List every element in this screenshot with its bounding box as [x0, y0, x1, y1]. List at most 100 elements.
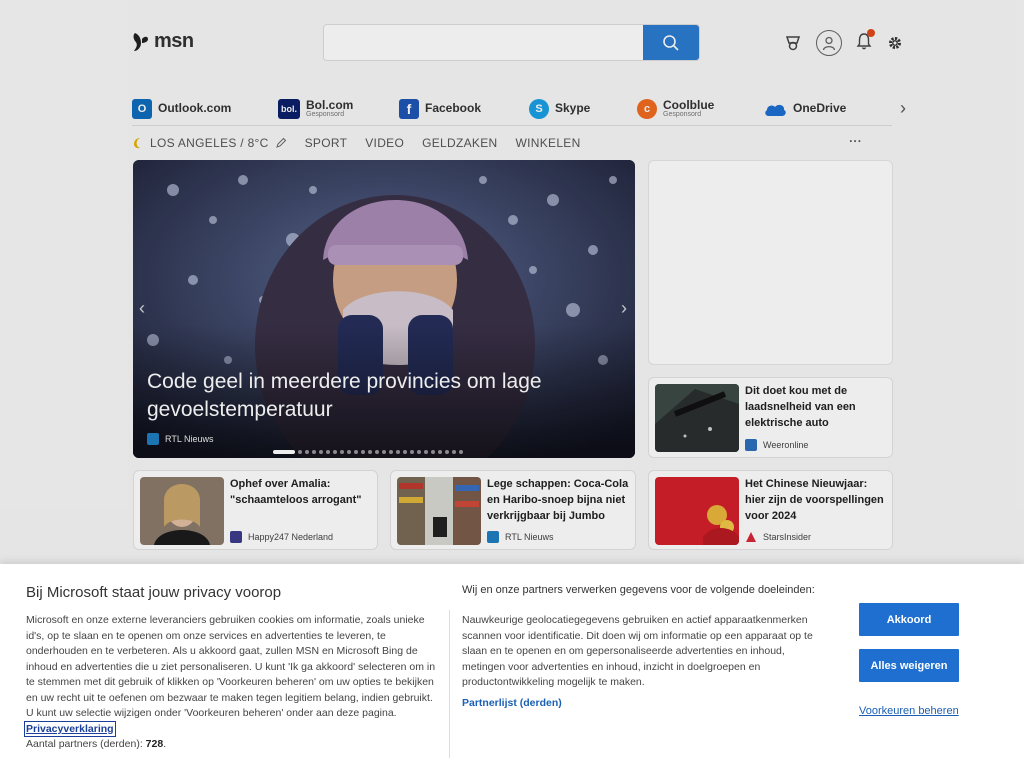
- card-title[interactable]: Lege schappen: Coca-Cola en Haribo-snoep…: [487, 477, 631, 525]
- partner-list-link[interactable]: Partnerlijst (derden): [462, 697, 832, 709]
- accept-button[interactable]: Akkoord: [859, 603, 959, 636]
- location-temperature: LOS ANGELES / 8°C: [150, 136, 269, 150]
- facebook-icon: f: [399, 98, 419, 119]
- starsinsider-icon: [746, 532, 756, 542]
- carousel-dot-active[interactable]: [273, 450, 295, 454]
- skype-icon: S: [529, 98, 549, 119]
- carousel-dot[interactable]: [431, 450, 435, 454]
- rewards-trophy-icon[interactable]: [784, 34, 802, 52]
- carousel-dot[interactable]: [424, 450, 428, 454]
- carousel-dot[interactable]: [382, 450, 386, 454]
- notifications-button[interactable]: [856, 28, 875, 55]
- weather-location[interactable]: LOS ANGELES / 8°C: [132, 136, 287, 150]
- hero-carousel[interactable]: ‹ › Code geel in meerdere provincies om …: [133, 160, 635, 458]
- search-icon: [663, 34, 679, 51]
- quick-link-facebook[interactable]: f Facebook: [399, 98, 529, 119]
- carousel-next-icon[interactable]: ›: [621, 298, 627, 319]
- carousel-dot[interactable]: [410, 450, 414, 454]
- nav-winkelen[interactable]: WINKELEN: [515, 136, 580, 150]
- quick-link-label: Bol.com: [306, 97, 354, 112]
- purposes-body: Nauwkeurige geolocatiegegevens gebruiken…: [462, 614, 813, 689]
- quick-link-label: Facebook: [425, 101, 482, 116]
- card-title[interactable]: Ophef over Amalia: "schaamteloos arrogan…: [230, 477, 374, 509]
- sponsored-label: Gesponsord: [306, 111, 345, 119]
- quick-link-outlook[interactable]: O Outlook.com: [132, 98, 278, 119]
- card-source: Happy247 Nederland: [230, 531, 333, 543]
- quick-link-coolblue[interactable]: c Coolblue Gesponsord: [637, 97, 763, 119]
- source-name: RTL Nieuws: [165, 434, 214, 444]
- quick-link-label: Skype: [555, 101, 591, 116]
- more-options-icon[interactable]: ···: [849, 134, 862, 148]
- consent-body-text: Microsoft en onze externe leveranciers g…: [26, 614, 436, 720]
- carousel-dot[interactable]: [375, 450, 379, 454]
- card-title[interactable]: Dit doet kou met de laadsnelheid van een…: [745, 384, 889, 432]
- carousel-dot[interactable]: [459, 450, 463, 454]
- msn-logo[interactable]: msn: [132, 30, 194, 53]
- carousel-dot[interactable]: [312, 450, 316, 454]
- search-button[interactable]: [643, 25, 699, 60]
- privacy-consent-banner: Bij Microsoft staat jouw privacy voorop …: [0, 564, 1024, 768]
- pencil-icon[interactable]: [275, 137, 287, 149]
- rtl-nieuws-icon: [487, 531, 499, 543]
- search-input[interactable]: [324, 25, 643, 60]
- quick-link-bol[interactable]: bol. Bol.com Gesponsord: [278, 97, 399, 119]
- news-card[interactable]: Lege schappen: Coca-Cola en Haribo-snoep…: [390, 470, 636, 550]
- purposes-title: Wij en onze partners verwerken gegevens …: [462, 584, 815, 596]
- category-nav: LOS ANGELES / 8°C SPORT VIDEO GELDZAKEN …: [132, 134, 892, 152]
- carousel-prev-icon[interactable]: ‹: [139, 298, 145, 319]
- carousel-dot[interactable]: [368, 450, 372, 454]
- nav-geldzaken[interactable]: GELDZAKEN: [422, 136, 497, 150]
- outlook-icon: O: [132, 98, 152, 119]
- consent-title: Bij Microsoft staat jouw privacy voorop: [26, 584, 282, 601]
- card-title[interactable]: Het Chinese Nieuwjaar: hier zijn de voor…: [745, 477, 889, 525]
- moon-icon: [134, 138, 140, 149]
- ad-placeholder: [648, 160, 893, 365]
- chevron-right-icon[interactable]: ›: [900, 98, 906, 119]
- quick-link-label: Coolblue: [663, 97, 715, 112]
- notification-badge: [867, 28, 875, 37]
- carousel-dot[interactable]: [403, 450, 407, 454]
- nav-video[interactable]: VIDEO: [365, 136, 404, 150]
- source-name: Weeronline: [763, 440, 809, 450]
- hero-source: RTL Nieuws: [147, 433, 214, 445]
- profile-avatar[interactable]: [816, 30, 842, 56]
- header-icons: [784, 28, 904, 56]
- settings-gear-icon[interactable]: [886, 34, 904, 52]
- card-thumbnail: [397, 477, 481, 545]
- news-card[interactable]: Ophef over Amalia: "schaamteloos arrogan…: [133, 470, 378, 550]
- quick-link-onedrive[interactable]: OneDrive: [763, 101, 873, 117]
- privacy-statement-link[interactable]: Privacyverklaring: [24, 720, 116, 737]
- hero-headline[interactable]: Code geel in meerdere provincies om lage…: [147, 368, 617, 425]
- carousel-dot[interactable]: [340, 450, 344, 454]
- carousel-dot[interactable]: [396, 450, 400, 454]
- news-card[interactable]: Dit doet kou met de laadsnelheid van een…: [648, 377, 893, 458]
- quick-link-label: OneDrive: [793, 101, 847, 116]
- quick-link-skype[interactable]: S Skype: [529, 98, 637, 119]
- carousel-dot[interactable]: [333, 450, 337, 454]
- carousel-dot[interactable]: [452, 450, 456, 454]
- card-source: RTL Nieuws: [487, 531, 554, 543]
- manage-preferences-link[interactable]: Voorkeuren beheren: [859, 705, 959, 717]
- carousel-dot[interactable]: [354, 450, 358, 454]
- carousel-dot[interactable]: [445, 450, 449, 454]
- carousel-dot[interactable]: [417, 450, 421, 454]
- card-source: Weeronline: [745, 439, 808, 451]
- source-name: RTL Nieuws: [505, 532, 554, 542]
- nav-sport[interactable]: SPORT: [305, 136, 348, 150]
- carousel-indicators[interactable]: [273, 450, 463, 454]
- carousel-dot[interactable]: [361, 450, 365, 454]
- reject-all-button[interactable]: Alles weigeren: [859, 649, 959, 682]
- carousel-dot[interactable]: [305, 450, 309, 454]
- carousel-dot[interactable]: [438, 450, 442, 454]
- quick-link-label: Outlook.com: [158, 101, 232, 116]
- sponsored-label: Gesponsord: [663, 111, 702, 119]
- consent-intro: Bij Microsoft staat jouw privacy voorop …: [24, 584, 436, 750]
- carousel-dot[interactable]: [347, 450, 351, 454]
- consent-body: Microsoft en onze externe leveranciers g…: [24, 613, 436, 737]
- carousel-dot[interactable]: [389, 450, 393, 454]
- source-name: Happy247 Nederland: [248, 532, 334, 542]
- carousel-dot[interactable]: [298, 450, 302, 454]
- carousel-dot[interactable]: [319, 450, 323, 454]
- carousel-dot[interactable]: [326, 450, 330, 454]
- news-card[interactable]: Het Chinese Nieuwjaar: hier zijn de voor…: [648, 470, 893, 550]
